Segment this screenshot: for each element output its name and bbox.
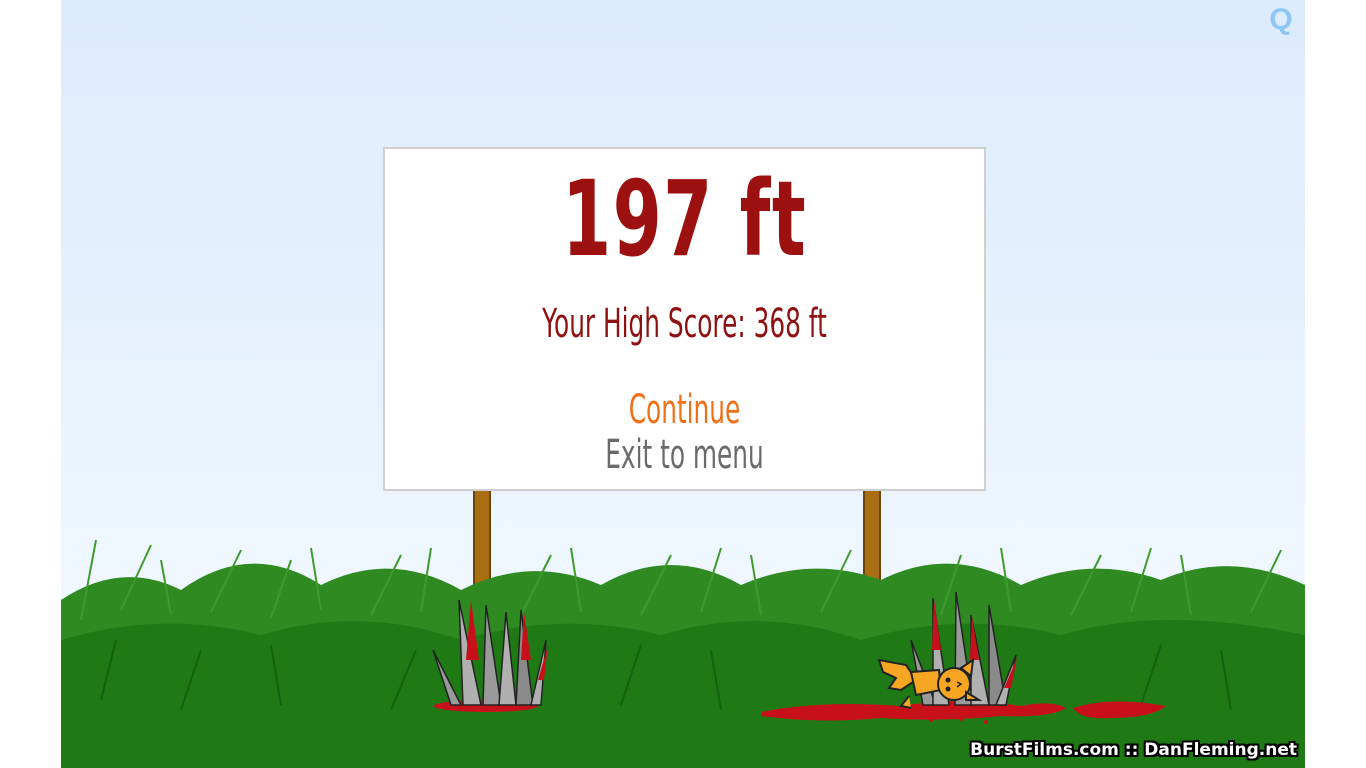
score-sign: 197 ft Your High Score: 368 ft Continue …	[383, 147, 986, 491]
game-stage[interactable]: Q 197 ft Your High Score: 368 ft Continu…	[61, 0, 1305, 768]
credits-link[interactable]: BurstFilms.com :: DanFleming.net	[970, 740, 1297, 760]
high-score-label: Your High Score: 368 ft	[542, 301, 827, 347]
grass-field	[61, 539, 1305, 768]
distance-score: 197 ft	[562, 158, 807, 280]
exit-to-menu-button[interactable]: Exit to menu	[499, 432, 870, 478]
quality-q-icon[interactable]: Q	[1265, 4, 1297, 36]
continue-button[interactable]: Continue	[499, 387, 870, 433]
